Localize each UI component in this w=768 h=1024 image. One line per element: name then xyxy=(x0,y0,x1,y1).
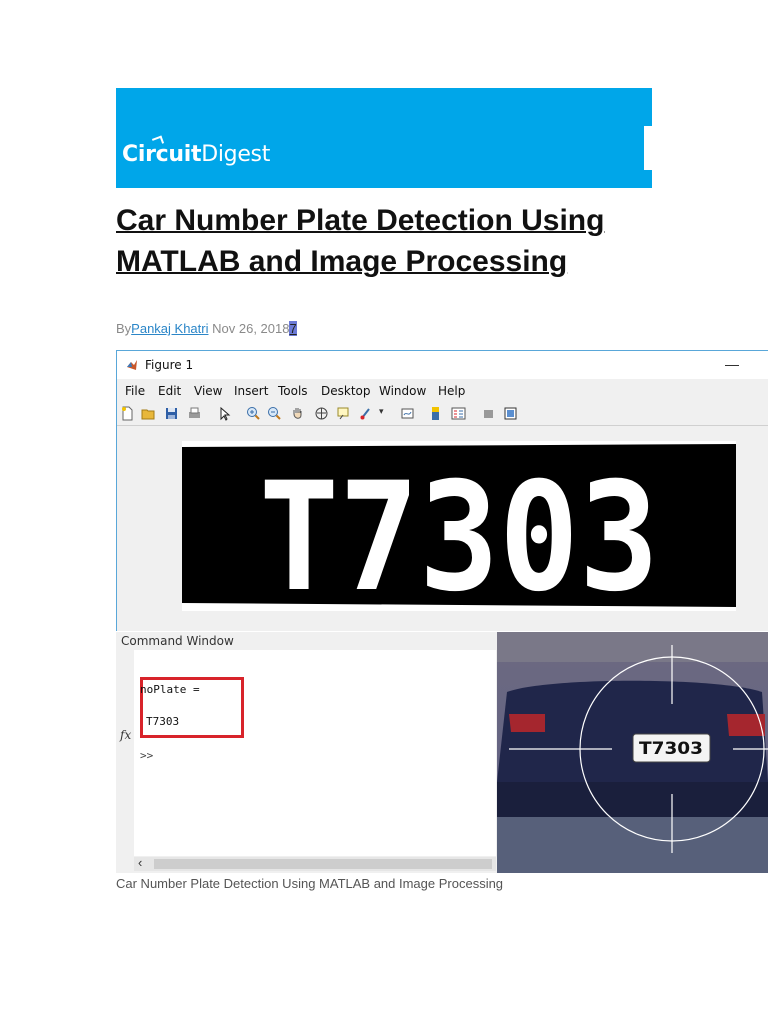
menu-view[interactable]: View xyxy=(194,384,222,398)
print-icon[interactable] xyxy=(187,406,202,421)
menu-help[interactable]: Help xyxy=(438,384,465,398)
publish-date: Nov 26, 2018 xyxy=(212,321,290,336)
command-window-title: Command Window xyxy=(121,634,234,648)
show-plot-tools-icon[interactable] xyxy=(503,406,518,421)
logo-text-digest: Digest xyxy=(201,142,271,167)
selected-link-fragment[interactable]: 7 xyxy=(289,321,297,336)
logo-text-circuit: Circuit xyxy=(122,142,202,167)
article-title[interactable]: Car Number Plate Detection Using MATLAB … xyxy=(116,200,656,282)
output-value-line: T7303 xyxy=(146,715,180,728)
rotate-3d-icon[interactable] xyxy=(314,406,329,421)
circuitdigest-logo[interactable]: CircuitDigest xyxy=(122,135,271,167)
menu-file[interactable]: File xyxy=(125,384,145,398)
menu-edit[interactable]: Edit xyxy=(158,384,181,398)
matlab-figure-window: Figure 1 — File Edit View Insert Tools D… xyxy=(116,350,768,631)
figure-menubar: File Edit View Insert Tools Desktop Wind… xyxy=(117,381,768,401)
car-photo-with-detection: T7303 xyxy=(497,632,768,873)
command-window-body[interactable]: noPlate = T7303 >> xyxy=(134,650,496,856)
legend-icon[interactable] xyxy=(451,406,466,421)
data-cursor-icon[interactable] xyxy=(336,406,351,421)
matlab-command-window: Command Window noPlate = T7303 >> fx ‹ xyxy=(116,632,498,873)
figure-titlebar: Figure 1 — xyxy=(117,351,768,379)
site-banner[interactable]: CircuitDigest xyxy=(116,88,652,188)
minimize-button[interactable]: — xyxy=(725,356,739,372)
output-variable-line: noPlate = xyxy=(140,683,200,696)
byline: ByPankaj Khatri Nov 26, 20187 xyxy=(116,321,297,336)
brush-icon[interactable] xyxy=(359,406,374,421)
horizontal-scrollbar[interactable]: ‹ xyxy=(134,855,496,871)
scroll-left-chevron-icon[interactable]: ‹ xyxy=(138,855,142,870)
fx-function-browser-icon[interactable]: fx xyxy=(120,728,131,742)
pan-hand-icon[interactable] xyxy=(290,406,305,421)
menu-tools[interactable]: Tools xyxy=(278,384,308,398)
image-caption: Car Number Plate Detection Using MATLAB … xyxy=(116,876,504,891)
command-prompt[interactable]: >> xyxy=(140,749,153,762)
new-figure-icon[interactable] xyxy=(120,406,135,421)
menu-desktop[interactable]: Desktop xyxy=(321,384,371,398)
brush-dropdown-chevron-down-icon[interactable]: ▾ xyxy=(379,406,394,421)
figure-canvas: T7303 xyxy=(118,427,768,631)
photo-plate-text: T7303 xyxy=(639,739,703,759)
menu-insert[interactable]: Insert xyxy=(234,384,268,398)
matlab-logo-icon xyxy=(127,360,137,370)
colorbar-icon[interactable] xyxy=(428,406,443,421)
figure-toolbar: ▾ xyxy=(117,403,768,426)
open-file-icon[interactable] xyxy=(141,406,156,421)
figure-title: Figure 1 xyxy=(145,358,194,372)
zoom-out-icon[interactable] xyxy=(267,406,282,421)
menu-window[interactable]: Window xyxy=(379,384,426,398)
plate-characters: T7303 xyxy=(259,451,659,611)
link-plot-icon[interactable] xyxy=(400,406,415,421)
save-icon[interactable] xyxy=(164,406,179,421)
binarized-plate-image: T7303 xyxy=(182,441,736,611)
pointer-arrow-icon[interactable] xyxy=(217,406,232,421)
byline-prefix: By xyxy=(116,321,132,336)
zoom-in-icon[interactable] xyxy=(246,406,261,421)
scrollbar-thumb[interactable] xyxy=(154,859,492,869)
banner-notch xyxy=(644,126,652,170)
hide-plot-tools-icon[interactable] xyxy=(481,406,496,421)
author-link[interactable]: Pankaj Khatri xyxy=(131,321,208,336)
